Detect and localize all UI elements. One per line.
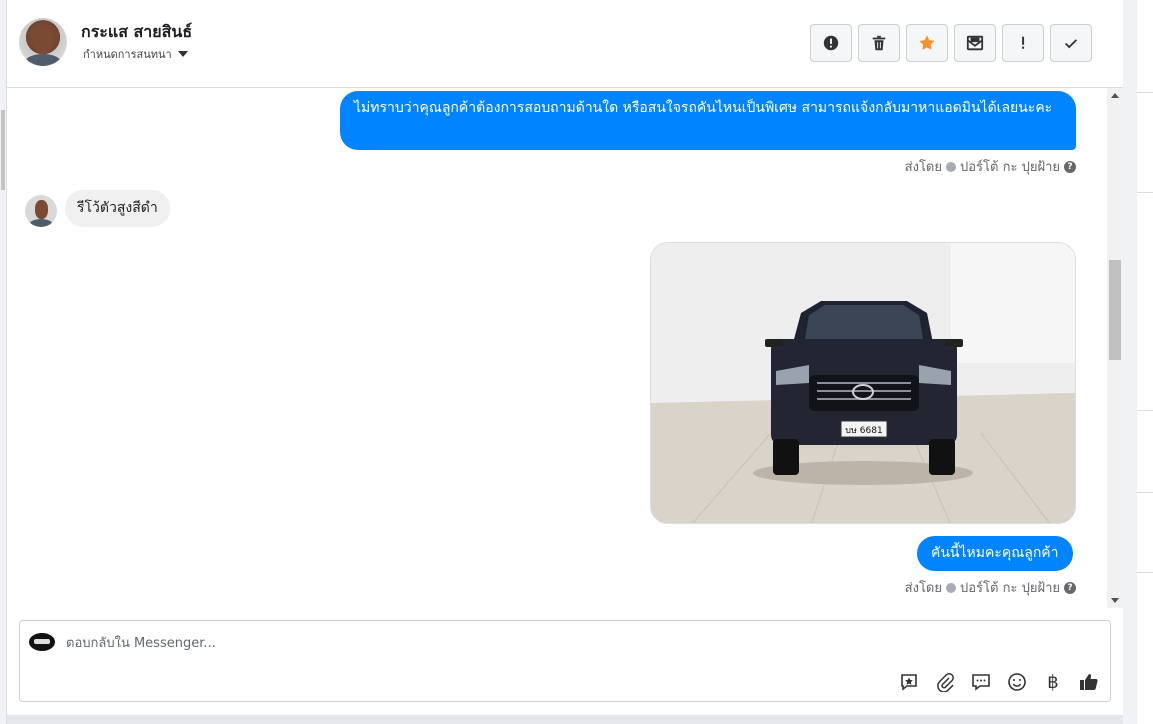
payment-button[interactable]: ฿	[1042, 671, 1064, 693]
baht-icon: ฿	[1047, 671, 1059, 693]
conversation-schedule-label: กำหนดการสนทนา	[83, 48, 172, 61]
help-icon[interactable]: ?	[1064, 581, 1076, 594]
emoji-button[interactable]	[1006, 671, 1028, 693]
report-button[interactable]	[810, 24, 852, 62]
check-icon	[1064, 39, 1078, 49]
pickup-truck-image: บษ 6681	[651, 243, 1075, 523]
delete-button[interactable]	[858, 24, 900, 62]
composer-tools: ฿	[898, 671, 1100, 693]
important-button[interactable]	[1002, 24, 1044, 62]
done-button[interactable]	[1050, 24, 1092, 62]
divider	[1137, 92, 1153, 93]
right-side-panel	[1123, 0, 1153, 724]
like-button[interactable]	[1078, 671, 1100, 693]
mark-unread-button[interactable]	[954, 24, 996, 62]
exclamation-icon	[1022, 36, 1025, 49]
quick-reply-button[interactable]	[970, 671, 992, 693]
contact-avatar-small	[25, 195, 57, 227]
check-circle-icon	[946, 582, 956, 593]
outgoing-message-2[interactable]: คันนี้ไหมคะคุณลูกค้า	[917, 536, 1073, 571]
envelope-icon	[966, 35, 984, 51]
license-plate: บษ 6681	[845, 426, 882, 436]
sent-by-label: ส่งโดย ปอร์โต้ กะ ปุยฝ้าย ?	[905, 156, 1076, 177]
chat-bubble-icon	[972, 674, 990, 691]
check-circle-icon	[946, 161, 956, 172]
contact-name[interactable]: กระแส สายสินธ์	[81, 20, 192, 45]
message-composer: ฿	[19, 620, 1111, 702]
saved-reply-button[interactable]	[898, 671, 920, 693]
sender-name: ปอร์โต้ กะ ปุยฝ้าย	[960, 581, 1060, 596]
left-scroll-thumb[interactable]	[1, 110, 5, 190]
sent-by-label-2: ส่งโดย ปอร์โต้ กะ ปุยฝ้าย ?	[905, 577, 1076, 598]
thread-scrollbar[interactable]	[1107, 88, 1123, 608]
sent-by-prefix: ส่งโดย	[904, 160, 942, 175]
incoming-message[interactable]: รีโว้ตัวสูงสีดำ	[65, 190, 170, 227]
outgoing-message[interactable]: ไม่ทราบว่าคุณลูกค้าต้องการสอบถามด้านใด ห…	[340, 91, 1076, 150]
help-icon[interactable]: ?	[1064, 160, 1076, 173]
car-photo[interactable]: บษ 6681	[650, 242, 1076, 524]
scroll-thumb[interactable]	[1109, 260, 1121, 360]
page-logo	[29, 633, 55, 651]
scroll-down-icon[interactable]	[1111, 598, 1119, 603]
star-icon	[919, 35, 935, 50]
saved-reply-icon	[901, 674, 917, 691]
attach-button[interactable]	[934, 671, 956, 693]
header-actions	[810, 24, 1092, 62]
divider	[1137, 572, 1153, 573]
thumbs-up-icon	[1080, 674, 1098, 690]
sender-name: ปอร์โต้ กะ ปุยฝ้าย	[960, 160, 1060, 175]
trash-icon	[872, 35, 886, 51]
emoji-icon	[1008, 673, 1026, 691]
conversation-panel: กระแส สายสินธ์ กำหนดการสนทนา ไม่ทราบว่าค…	[7, 0, 1123, 715]
reply-input[interactable]	[66, 631, 966, 655]
message-thread: ไม่ทราบว่าคุณลูกค้าต้องการสอบถามด้านใด ห…	[7, 88, 1107, 608]
left-scroll-strip	[0, 0, 7, 724]
contact-avatar[interactable]	[19, 18, 67, 66]
conversation-schedule-dropdown[interactable]: กำหนดการสนทนา	[83, 45, 188, 63]
alert-circle-icon	[823, 35, 839, 51]
divider	[1137, 192, 1153, 193]
messenger-inbox-page: กระแส สายสินธ์ กำหนดการสนทนา ไม่ทราบว่าค…	[0, 0, 1153, 724]
divider	[1137, 410, 1153, 411]
star-button[interactable]	[906, 24, 948, 62]
scroll-up-icon[interactable]	[1111, 93, 1119, 98]
conversation-header: กระแส สายสินธ์ กำหนดการสนทนา	[7, 0, 1123, 88]
caret-down-icon	[177, 51, 188, 57]
divider	[1137, 492, 1153, 493]
attachment-icon	[937, 672, 954, 692]
bottom-strip	[7, 715, 1123, 724]
sent-by-prefix: ส่งโดย	[904, 581, 942, 596]
